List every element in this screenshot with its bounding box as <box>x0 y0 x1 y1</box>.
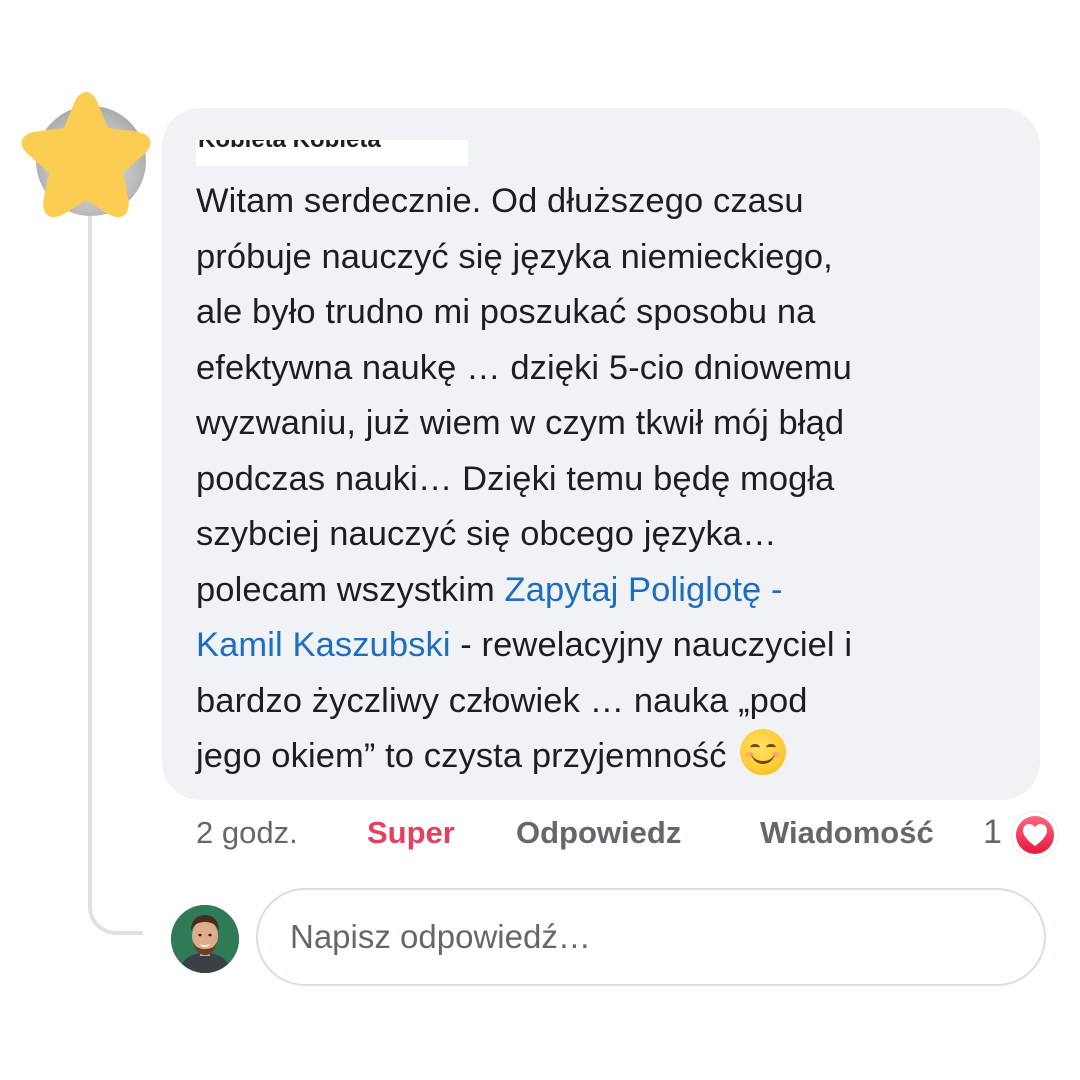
page-mention-link-cont[interactable]: Kamil Kaszubski <box>196 626 451 664</box>
comment-line: szybciej nauczyć się obcego języka… <box>196 515 777 553</box>
reaction-count[interactable]: 1 <box>983 813 1002 852</box>
heart-reaction-badge[interactable] <box>1012 812 1058 858</box>
comment-line: próbuje nauczyć się języka niemieckiego, <box>196 237 833 276</box>
super-reaction-button[interactable]: Super <box>367 815 455 851</box>
comment-line: bardzo życzliwy człowiek … nauka „pod <box>196 681 808 720</box>
comment-line: podczas nauki… Dzięki temu będę mogła <box>196 459 835 498</box>
reply-input[interactable]: Napisz odpowiedź… <box>256 888 1046 986</box>
comment-line: efektywna naukę … dzięki 5-cio dniowemu <box>196 348 852 387</box>
page-mention-link[interactable]: Zapytaj Poliglotę - <box>505 571 783 609</box>
user-photo <box>171 905 239 973</box>
reply-placeholder: Napisz odpowiedź… <box>290 918 591 955</box>
star-icon <box>21 92 151 218</box>
reply-button[interactable]: Odpowiedz <box>516 815 681 851</box>
author-name[interactable]: Kobieta Kobieta <box>198 140 381 154</box>
comment-text: Witam serdecznie. Od dłuższego czasu pró… <box>196 174 1026 785</box>
comment-line: wyzwaniu, już wiem w czym tkwił mój błąd <box>196 404 845 442</box>
smiling-face-emoji-icon <box>740 729 787 775</box>
author-name-redacted[interactable]: Kobieta Kobieta <box>196 140 468 166</box>
comment-line-with-mention: Kamil Kaszubski - rewelacyjny nauczyciel… <box>196 618 1026 674</box>
comment-timestamp[interactable]: 2 godz. <box>196 815 298 851</box>
comment-line-last: jego okiem” to czysta przyjemność <box>196 729 1026 785</box>
comment-fragment: - rewelacyjny nauczyciel i <box>450 626 853 664</box>
heart-icon <box>1023 824 1047 846</box>
comment-line: Witam serdecznie. Od dłuższego czasu <box>196 182 804 220</box>
comment-line: ale było trudno mi poszukać sposobu na <box>196 293 816 331</box>
comment-actions-bar: 2 godz. Super Odpowiedz Wiadomość 1 <box>0 812 1080 861</box>
comment-bubble: Kobieta Kobieta Witam serdecznie. Od dłu… <box>162 108 1040 800</box>
comment-line-with-mention: polecam wszystkim Zapytaj Poliglotę - <box>196 563 1026 619</box>
comment-fragment: polecam wszystkim <box>196 570 505 609</box>
message-button[interactable]: Wiadomość <box>760 815 934 851</box>
comment-fragment: jego okiem” to czysta przyjemność <box>196 737 727 775</box>
user-avatar[interactable] <box>171 905 239 973</box>
